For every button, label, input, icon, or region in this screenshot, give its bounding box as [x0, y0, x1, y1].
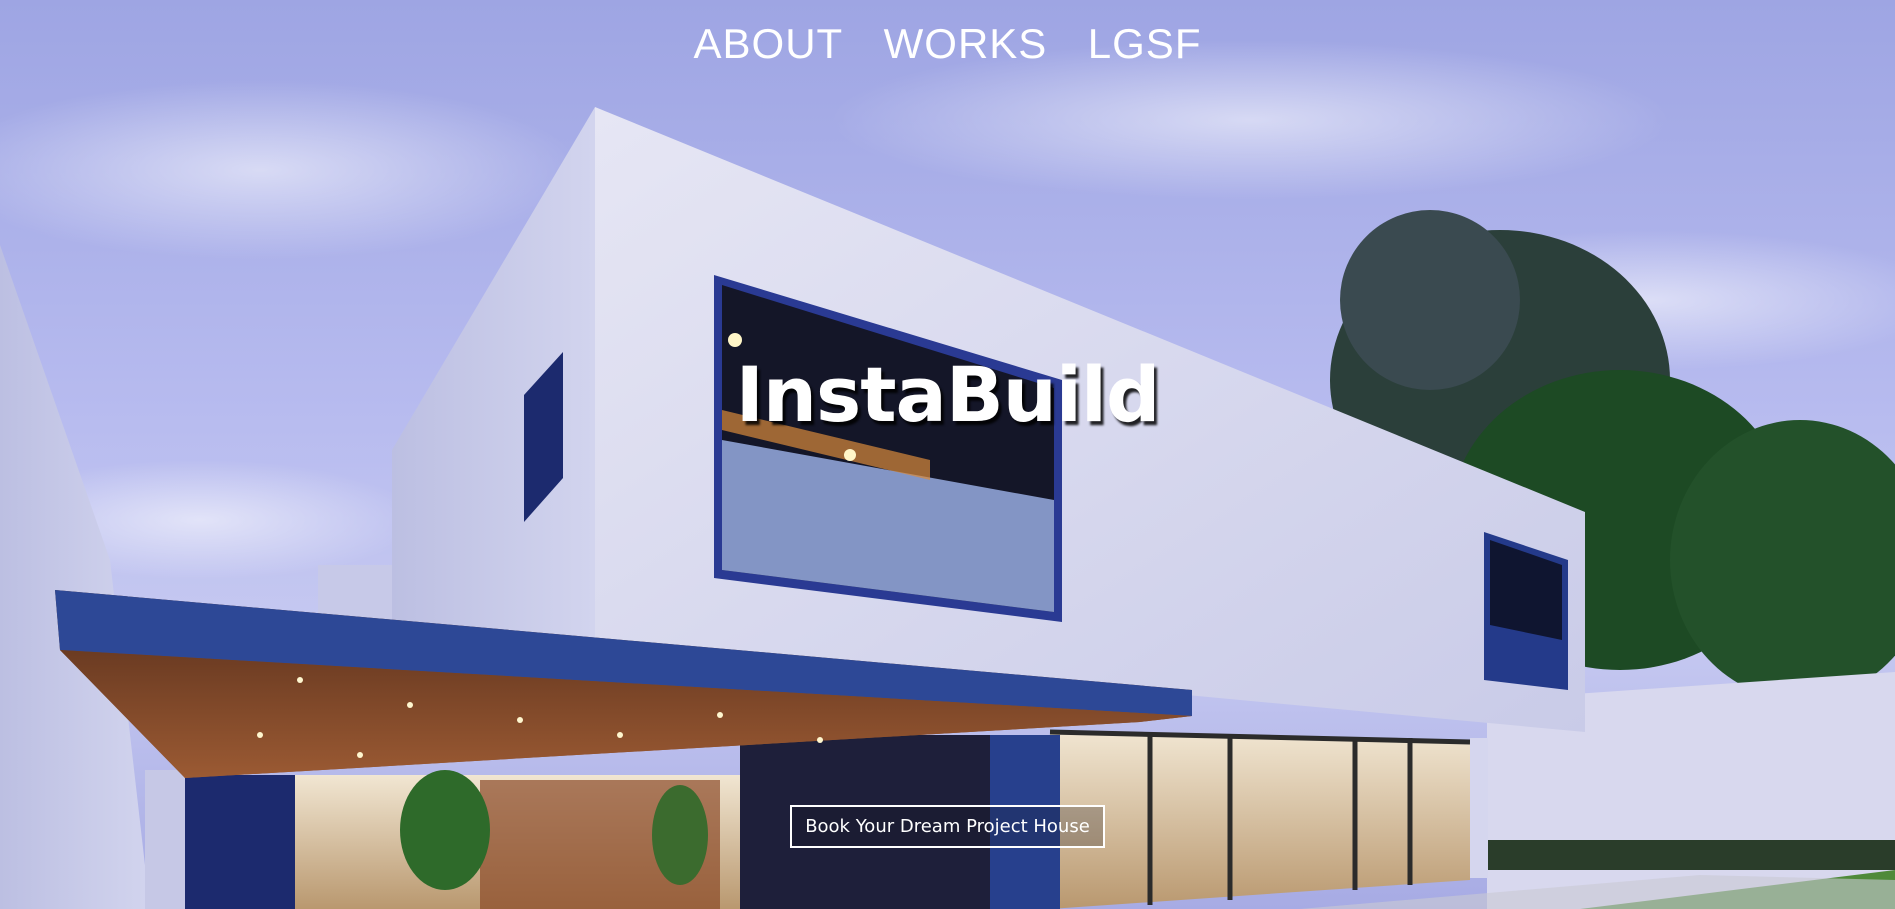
hero-background-image: [0, 0, 1895, 909]
hero-section: ABOUT WORKS LGSF InstaBuild Book Your Dr…: [0, 0, 1895, 909]
cta-container: Book Your Dream Project House: [0, 805, 1895, 848]
main-nav: ABOUT WORKS LGSF: [0, 18, 1895, 70]
nav-item-about[interactable]: ABOUT: [694, 18, 844, 70]
brand-title: InstaBuild: [735, 350, 1161, 439]
nav-item-lgsf[interactable]: LGSF: [1088, 18, 1202, 70]
book-project-button[interactable]: Book Your Dream Project House: [790, 805, 1105, 848]
nav-item-works[interactable]: WORKS: [884, 18, 1048, 70]
